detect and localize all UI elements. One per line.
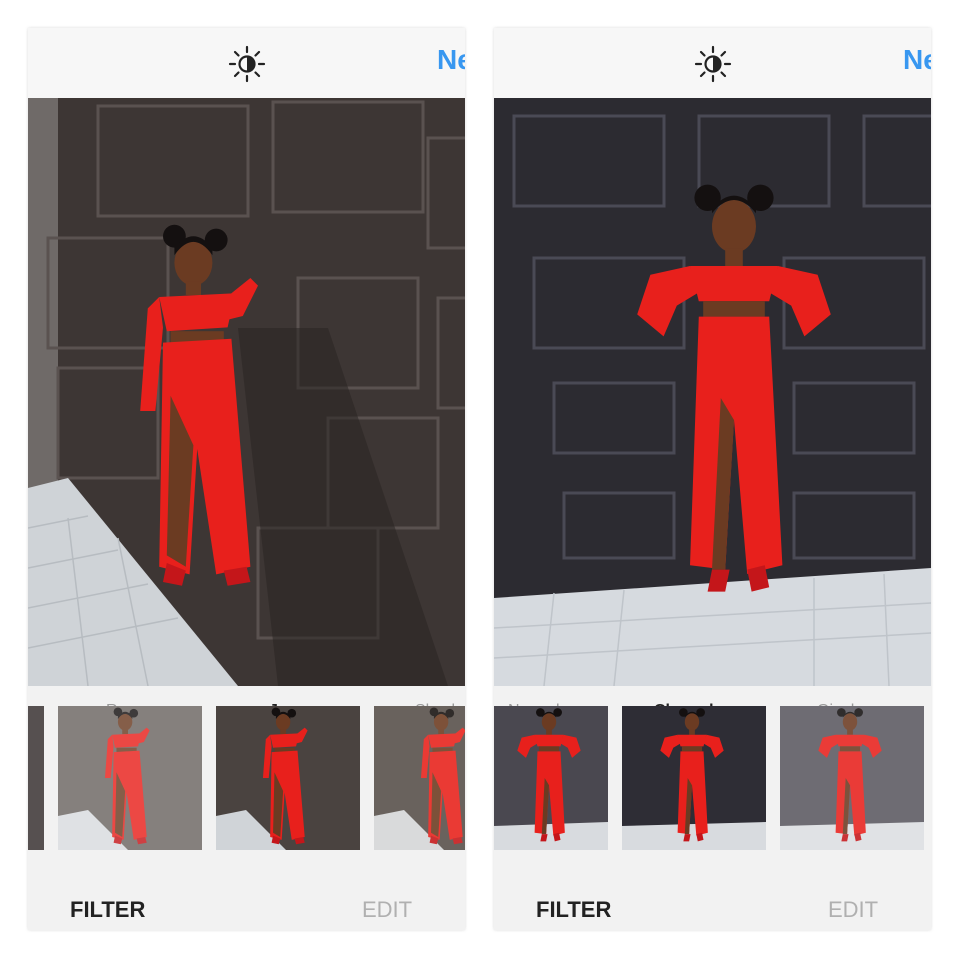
tab-filter[interactable]: FILTER [536, 897, 611, 923]
filter-thumbnail-gingham[interactable] [780, 706, 924, 850]
filter-thumbnail-slumber[interactable] [374, 706, 465, 850]
top-bar: Ne [28, 28, 465, 98]
bottom-tab-bar: FILTER EDIT [28, 873, 465, 930]
filter-thumbnail-juno[interactable] [216, 706, 360, 850]
editor-screen-juno: Ne [28, 28, 465, 930]
filter-thumbnail-clarendon[interactable] [622, 706, 766, 850]
bottom-tab-bar: FILTER EDIT [494, 873, 931, 930]
top-bar: Ne [494, 28, 931, 98]
next-button[interactable]: Ne [437, 40, 465, 80]
tab-filter[interactable]: FILTER [70, 897, 145, 923]
photo-preview [494, 98, 931, 686]
editor-screen-clarendon: Ne [494, 28, 931, 930]
next-button[interactable]: Ne [903, 40, 931, 80]
tab-edit[interactable]: EDIT [362, 897, 412, 923]
filter-thumbnail[interactable] [28, 706, 44, 850]
photo-preview [28, 98, 465, 686]
tab-edit[interactable]: EDIT [828, 897, 878, 923]
filter-thumbnail-normal[interactable] [494, 706, 608, 850]
lux-brightness-icon[interactable] [228, 45, 266, 83]
lux-brightness-icon[interactable] [694, 45, 732, 83]
filter-thumbnail-reyes[interactable] [58, 706, 202, 850]
